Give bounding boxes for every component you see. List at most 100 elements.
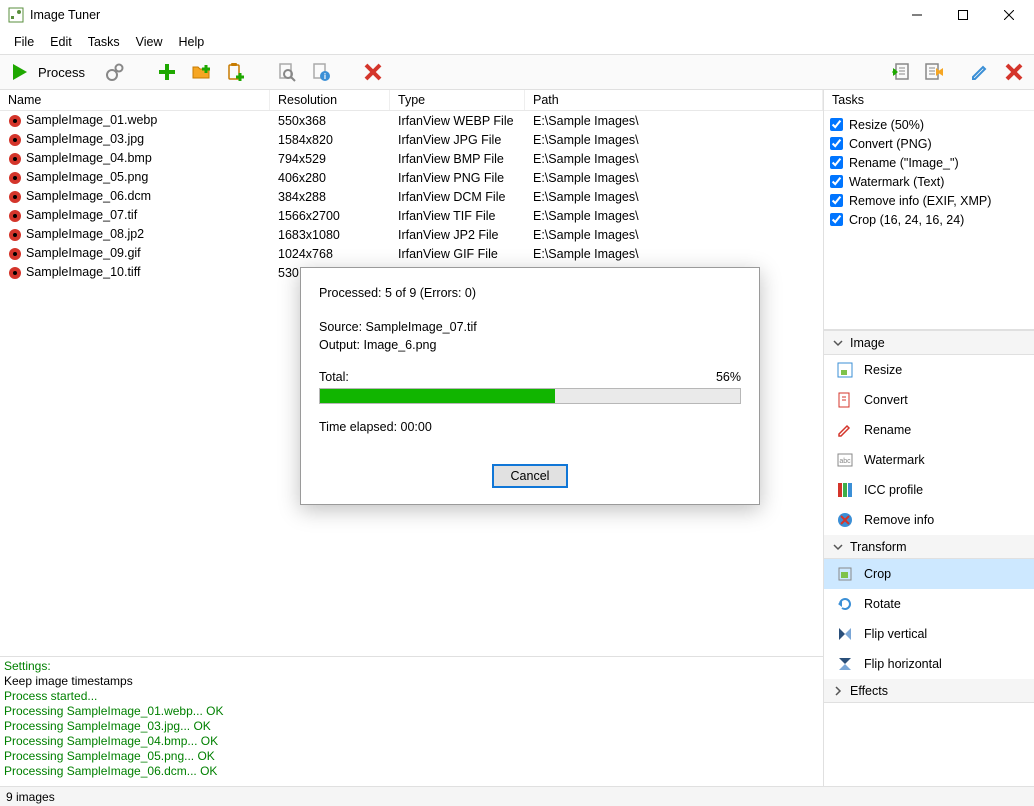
file-icon	[8, 152, 22, 166]
log-line: Settings:	[4, 659, 819, 674]
operation-rotate[interactable]: Rotate	[824, 589, 1034, 619]
tasks-pane: Tasks Resize (50%)Convert (PNG)Rename ("…	[824, 90, 1034, 330]
progress-total-label: Total:	[319, 370, 349, 384]
operation-label: Convert	[864, 393, 908, 407]
svg-text:i: i	[324, 72, 326, 81]
file-resolution: 406x280	[270, 171, 390, 185]
operation-resize[interactable]: Resize	[824, 355, 1034, 385]
file-name: SampleImage_10.tiff	[26, 265, 140, 279]
export-tasks-button[interactable]	[920, 58, 948, 86]
add-button[interactable]	[153, 58, 181, 86]
operation-crop[interactable]: Crop	[824, 559, 1034, 589]
task-label: Watermark (Text)	[849, 175, 944, 189]
log-line: Processing SampleImage_03.jpg... OK	[4, 719, 819, 734]
table-row[interactable]: SampleImage_07.tif1566x2700IrfanView TIF…	[0, 206, 823, 225]
table-row[interactable]: SampleImage_09.gif1024x768IrfanView GIF …	[0, 244, 823, 263]
window-controls	[894, 0, 1032, 30]
operation-convert[interactable]: Convert	[824, 385, 1034, 415]
settings-button[interactable]	[101, 58, 129, 86]
operation-rename[interactable]: Rename	[824, 415, 1034, 445]
menu-view[interactable]: View	[128, 32, 171, 52]
menu-file[interactable]: File	[6, 32, 42, 52]
task-checkbox[interactable]	[830, 213, 843, 226]
file-name: SampleImage_04.bmp	[26, 151, 152, 165]
task-row[interactable]: Remove info (EXIF, XMP)	[830, 191, 1028, 210]
file-icon	[8, 190, 22, 204]
remove-button[interactable]	[359, 58, 387, 86]
file-type: IrfanView JPG File	[390, 133, 525, 147]
section-transform[interactable]: Transform	[824, 535, 1034, 559]
task-row[interactable]: Crop (16, 24, 16, 24)	[830, 210, 1028, 229]
file-path: E:\Sample Images\	[525, 209, 823, 223]
menu-tasks[interactable]: Tasks	[80, 32, 128, 52]
section-effects[interactable]: Effects	[824, 679, 1034, 703]
task-row[interactable]: Rename ("Image_")	[830, 153, 1028, 172]
add-folder-button[interactable]	[187, 58, 215, 86]
operation-watermark[interactable]: abcWatermark	[824, 445, 1034, 475]
file-path: E:\Sample Images\	[525, 152, 823, 166]
operation-label: Rotate	[864, 597, 901, 611]
col-path[interactable]: Path	[525, 90, 823, 110]
operation-label: Resize	[864, 363, 902, 377]
operation-icon	[836, 391, 854, 409]
process-button[interactable]: Process	[6, 58, 95, 86]
col-type[interactable]: Type	[390, 90, 525, 110]
import-tasks-button[interactable]	[886, 58, 914, 86]
section-image[interactable]: Image	[824, 331, 1034, 355]
table-row[interactable]: SampleImage_05.png406x280IrfanView PNG F…	[0, 168, 823, 187]
operation-label: ICC profile	[864, 483, 923, 497]
operation-icon	[836, 481, 854, 499]
task-checkbox[interactable]	[830, 137, 843, 150]
operation-remove-info[interactable]: Remove info	[824, 505, 1034, 535]
operation-label: Flip vertical	[864, 627, 927, 641]
table-row[interactable]: SampleImage_06.dcm384x288IrfanView DCM F…	[0, 187, 823, 206]
table-row[interactable]: SampleImage_01.webp550x368IrfanView WEBP…	[0, 111, 823, 130]
status-bar: 9 images	[0, 786, 1034, 806]
log-pane[interactable]: Settings: Keep image timestampsProcess s…	[0, 656, 823, 786]
log-line: Process started...	[4, 689, 819, 704]
progress-processed: Processed: 5 of 9 (Errors: 0)	[319, 286, 741, 300]
operation-flip-horizontal[interactable]: Flip horizontal	[824, 649, 1034, 679]
operation-label: Flip horizontal	[864, 657, 942, 671]
info-button[interactable]: i	[307, 58, 335, 86]
progress-elapsed: Time elapsed: 00:00	[319, 420, 741, 434]
menu-bar: File Edit Tasks View Help	[0, 30, 1034, 54]
file-resolution: 384x288	[270, 190, 390, 204]
progress-output: Output: Image_6.png	[319, 338, 741, 352]
operation-icon	[836, 655, 854, 673]
col-resolution[interactable]: Resolution	[270, 90, 390, 110]
file-type: IrfanView PNG File	[390, 171, 525, 185]
svg-text:abc: abc	[839, 458, 851, 465]
task-row[interactable]: Convert (PNG)	[830, 134, 1028, 153]
task-row[interactable]: Watermark (Text)	[830, 172, 1028, 191]
close-button[interactable]	[986, 0, 1032, 30]
table-row[interactable]: SampleImage_08.jp21683x1080IrfanView JP2…	[0, 225, 823, 244]
file-icon	[8, 228, 22, 242]
cancel-button[interactable]: Cancel	[492, 464, 568, 488]
task-checkbox[interactable]	[830, 194, 843, 207]
preview-button[interactable]	[273, 58, 301, 86]
maximize-button[interactable]	[940, 0, 986, 30]
operation-flip-vertical[interactable]: Flip vertical	[824, 619, 1034, 649]
operation-icc-profile[interactable]: ICC profile	[824, 475, 1034, 505]
menu-help[interactable]: Help	[171, 32, 213, 52]
file-resolution: 1024x768	[270, 247, 390, 261]
task-label: Convert (PNG)	[849, 137, 932, 151]
task-checkbox[interactable]	[830, 156, 843, 169]
task-checkbox[interactable]	[830, 175, 843, 188]
file-name: SampleImage_01.webp	[26, 113, 157, 127]
minimize-button[interactable]	[894, 0, 940, 30]
table-row[interactable]: SampleImage_03.jpg1584x820IrfanView JPG …	[0, 130, 823, 149]
delete-task-button[interactable]	[1000, 58, 1028, 86]
task-checkbox[interactable]	[830, 118, 843, 131]
paste-button[interactable]	[221, 58, 249, 86]
edit-task-button[interactable]	[966, 58, 994, 86]
table-row[interactable]: SampleImage_04.bmp794x529IrfanView BMP F…	[0, 149, 823, 168]
operation-label: Crop	[864, 567, 891, 581]
col-name[interactable]: Name	[0, 90, 270, 110]
operation-icon	[836, 421, 854, 439]
app-icon	[8, 7, 24, 23]
task-row[interactable]: Resize (50%)	[830, 115, 1028, 134]
menu-edit[interactable]: Edit	[42, 32, 80, 52]
file-name: SampleImage_09.gif	[26, 246, 141, 260]
